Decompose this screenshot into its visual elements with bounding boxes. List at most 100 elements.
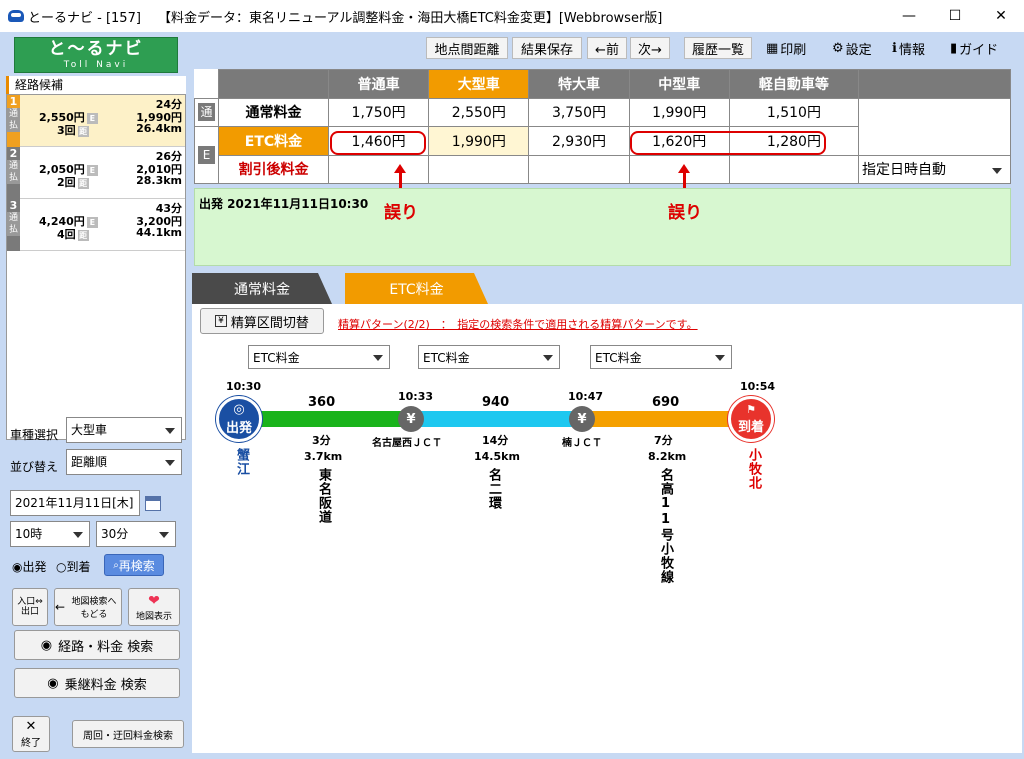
- date-mode-select[interactable]: 指定日時自動: [858, 154, 1011, 184]
- title-bar: とーるナビ - [157] 【料金データ：東名リニューアル調整料金・海田大橋ET…: [0, 0, 1024, 32]
- departure-panel: 出発 2021年11月11日10:30: [194, 188, 1011, 266]
- search-route-icon: ◉: [40, 637, 53, 653]
- transfer-fee-search-button[interactable]: ◉ 乗継料金 検索: [14, 668, 180, 698]
- fee-cell: 3,750円: [528, 97, 630, 127]
- map-icon: ❤: [148, 592, 160, 609]
- minute-select[interactable]: 30分: [96, 521, 176, 547]
- maximize-button[interactable]: ☐: [932, 0, 978, 32]
- segment-line: [412, 411, 584, 427]
- route-list-header: 経路候補: [6, 76, 186, 94]
- normal-badge-icon: 通: [198, 103, 215, 122]
- segment-select[interactable]: ETC料金: [248, 345, 390, 369]
- radio-depart[interactable]: ◉出発: [12, 558, 47, 575]
- settings-button[interactable]: ⚙ 設定: [832, 37, 872, 59]
- close-button[interactable]: ✕: [978, 0, 1024, 32]
- error-highlight: [330, 131, 426, 155]
- normal-fee-label: 通常料金: [218, 97, 329, 127]
- steering-wheel-icon: ◎: [233, 402, 245, 417]
- guide-button[interactable]: ▮ ガイド: [950, 37, 998, 59]
- print-icon: ▦: [766, 40, 779, 56]
- route-item[interactable]: 3通払 43分 4,240円 E 3,200円 4回距 44.1km: [7, 199, 185, 251]
- left-arrow-icon: ←: [55, 600, 66, 614]
- pattern-link[interactable]: 精算パターン(2/2) ： 指定の検索条件で適用される精算パターンです。: [338, 316, 698, 332]
- route-item[interactable]: 1通払 24分 2,550円 E 1,990円 3回距 26.4km: [7, 95, 185, 147]
- gear-icon: ⚙: [832, 40, 844, 56]
- hour-select[interactable]: 10時: [10, 521, 90, 547]
- etc-badge-icon: E: [198, 146, 215, 164]
- sort-label: 並び替え: [10, 460, 59, 474]
- map-display-button[interactable]: ❤ 地図表示: [128, 588, 180, 626]
- segment-select[interactable]: ETC料金: [418, 345, 560, 369]
- toolbar: 地点間距離 結果保存 ←前 次→ 履歴一覧 ▦ 印刷 ⚙ 設定 ℹ 情報 ▮ ガイド: [190, 32, 1024, 64]
- sort-select[interactable]: 距離順: [66, 449, 182, 475]
- research-button[interactable]: ⌕ 再検索: [104, 554, 164, 576]
- segment-select[interactable]: ETC料金: [590, 345, 732, 369]
- fee-cell: 2,930円: [528, 126, 630, 156]
- exit-button[interactable]: ✕ 終了: [12, 716, 50, 752]
- road-name: 東名阪道: [316, 468, 331, 524]
- info-icon: ℹ: [892, 40, 897, 56]
- road-name: 名二環: [486, 468, 501, 510]
- duration-label: 7分: [654, 434, 673, 447]
- fare-label: 360: [308, 395, 336, 410]
- fee-cell: 2,550円: [428, 97, 530, 127]
- road-name: 名高11号小牧線: [658, 468, 673, 584]
- guide-icon: ▮: [950, 40, 958, 56]
- yen-jct-icon: ¥: [569, 406, 595, 432]
- col-header: 普通車: [327, 69, 430, 99]
- loop-fee-search-button[interactable]: 周回・迂回料金検索: [72, 720, 184, 748]
- app-icon: [8, 10, 24, 22]
- tab-normal-fee[interactable]: 通常料金: [192, 273, 332, 304]
- etc-fee-label: ETC料金: [218, 126, 329, 156]
- prev-button[interactable]: ←前: [587, 37, 627, 59]
- time-label: 10:33: [398, 390, 434, 403]
- next-button[interactable]: 次→: [630, 37, 670, 59]
- flag-icon: ⚑: [746, 403, 756, 416]
- end-node: ⚑ 到着: [728, 396, 774, 442]
- date-input[interactable]: 2021年11月11日[木]: [10, 490, 140, 516]
- close-icon: ✕: [25, 719, 37, 734]
- route-item[interactable]: 2通払 26分 2,050円 E 2,010円 2回距 28.3km: [7, 147, 185, 199]
- segment-line: [240, 411, 412, 427]
- fee-cell: 1,750円: [327, 97, 430, 127]
- switch-section-button[interactable]: ¥ 精算区間切替: [200, 308, 324, 334]
- tab-bar: 通常料金 ETC料金: [190, 273, 1024, 304]
- minimize-button[interactable]: —: [886, 0, 932, 32]
- tab-etc-fee[interactable]: ETC料金: [345, 273, 488, 304]
- fee-cell: 1,990円: [628, 97, 730, 127]
- fare-label: 690: [652, 395, 680, 410]
- col-header: 大型車: [428, 69, 530, 99]
- col-header: 特大車: [528, 69, 630, 99]
- fee-table: 普通車 大型車 特大車 中型車 軽自動車等 通 通常料金 1,750円 2,55…: [194, 69, 1011, 184]
- vehicle-label: 車種選択: [10, 428, 59, 442]
- time-label: 10:54: [740, 380, 776, 393]
- main-area: 地点間距離 結果保存 ←前 次→ 履歴一覧 ▦ 印刷 ⚙ 設定 ℹ 情報 ▮ ガイド 普…: [190, 32, 1024, 759]
- save-result-button[interactable]: 結果保存: [512, 37, 582, 59]
- error-label: 誤り: [384, 203, 418, 223]
- start-node: ◎ 出発: [216, 396, 262, 442]
- col-header: 軽自動車等: [728, 69, 860, 99]
- departure-text: 出発 2021年11月11日10:30: [199, 197, 369, 211]
- left-sidebar: と〜るナビ Toll Navi 経路候補 1通払 24分 2,550円 E 1,9…: [0, 32, 190, 759]
- distance-label: 14.5km: [474, 450, 520, 463]
- fee-cell: 1,990円: [428, 126, 530, 156]
- vehicle-select[interactable]: 大型車: [66, 417, 182, 443]
- calendar-icon[interactable]: [145, 496, 161, 511]
- distance-button[interactable]: 地点間距離: [426, 37, 508, 59]
- route-list: 1通払 24分 2,550円 E 1,990円 3回距 26.4km 2通払 26…: [6, 94, 186, 440]
- info-button[interactable]: ℹ 情報: [892, 37, 925, 59]
- junction-label: 名古屋西ＪＣＴ: [372, 438, 442, 449]
- window-title: とーるナビ - [157] 【料金データ：東名リニューアル調整料金・海田大橋ET…: [28, 10, 663, 26]
- radio-arrive[interactable]: ○到着: [56, 558, 91, 575]
- duration-label: 14分: [482, 434, 509, 447]
- error-label: 誤り: [668, 203, 702, 223]
- app-logo: と〜るナビ Toll Navi: [14, 37, 178, 73]
- entry-exit-button[interactable]: 入口⇔出口: [12, 588, 48, 626]
- start-place: 蟹江: [234, 448, 249, 476]
- fee-cell: 1,510円: [728, 97, 860, 127]
- print-button[interactable]: ▦ 印刷: [766, 37, 806, 59]
- fare-label: 940: [482, 395, 510, 410]
- route-fee-search-button[interactable]: ◉ 経路・料金 検索: [14, 630, 180, 660]
- history-button[interactable]: 履歴一覧: [684, 37, 752, 59]
- back-to-map-search-button[interactable]: ← 地図検索へもどる: [54, 588, 122, 626]
